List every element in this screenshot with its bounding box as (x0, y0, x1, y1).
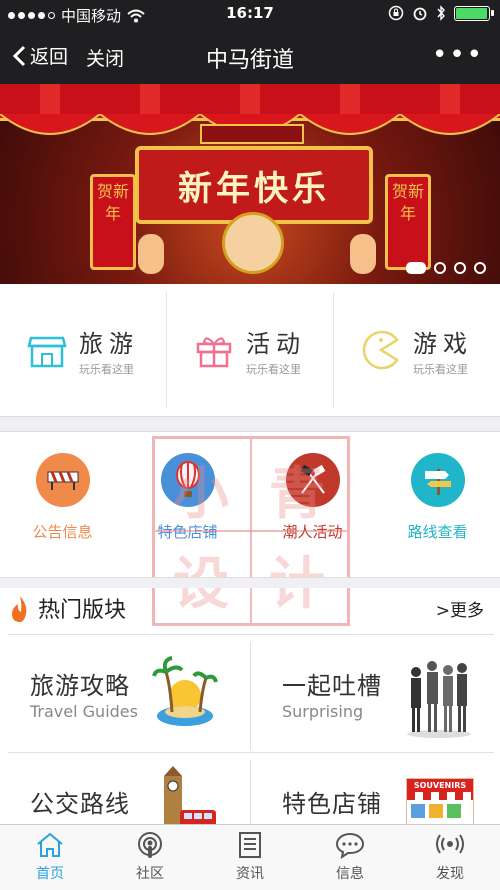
lantern-right-text: 贺新年 (391, 182, 424, 223)
quick-link-events-label: 潮人活动 (282, 523, 343, 541)
home-icon (37, 832, 63, 857)
lantern-left: 贺新年 (90, 174, 136, 270)
tab-bar: 首页 社区 资讯 信息 发现 (0, 824, 500, 890)
tab-community-label: 社区 (136, 866, 164, 882)
lantern-left-text: 贺新年 (96, 182, 129, 223)
quick-link-shops-label: 特色店铺 (157, 523, 218, 541)
tab-discover[interactable]: 发现 (400, 825, 500, 890)
card-divider (8, 752, 494, 753)
status-right (388, 5, 494, 21)
alarm-icon (413, 7, 427, 21)
nav-bar: 返回 关闭 中马街道 ••• (0, 28, 500, 84)
tab-community[interactable]: 社区 (100, 825, 200, 890)
hot-divider (8, 634, 494, 635)
signpost-icon (410, 453, 465, 507)
tab-home[interactable]: 首页 (0, 825, 100, 890)
child-left-icon (138, 234, 164, 274)
card-bus-routes[interactable]: 公交路线 (0, 758, 240, 824)
hot-section-header: 热门版块 >更多 (0, 588, 500, 632)
bus-icon (164, 766, 216, 824)
document-icon (239, 832, 261, 858)
back-label: 返回 (30, 46, 69, 68)
island-icon (152, 656, 218, 726)
category-travel-sub: 玩乐看这里 (79, 362, 134, 376)
battery-icon (454, 5, 494, 21)
category-travel-name: 旅游 (79, 329, 139, 358)
section-divider (0, 416, 500, 432)
quick-link-routes-label: 路线查看 (407, 523, 468, 541)
people-icon (407, 661, 471, 738)
quick-link-routes[interactable]: 路线查看 (375, 431, 500, 577)
close-button[interactable]: 关闭 (86, 44, 124, 71)
podcast-icon (138, 832, 162, 858)
pager-dot-3[interactable] (454, 262, 466, 274)
chevron-left-icon (12, 45, 26, 66)
card-complaints-name: 一起吐槽 (282, 672, 382, 700)
tab-news-label: 资讯 (236, 866, 264, 882)
tab-home-label: 首页 (36, 866, 64, 882)
quick-link-shops[interactable]: 特色店铺 (125, 431, 250, 577)
pager-dot-2[interactable] (434, 262, 446, 274)
card-featured-shops-name: 特色店铺 (282, 790, 382, 818)
category-game[interactable]: 游戏 玩乐看这里 (334, 292, 500, 408)
shop-icon (27, 336, 67, 368)
card-bus-routes-name: 公交路线 (30, 790, 130, 818)
more-button[interactable]: ••• (432, 40, 484, 70)
card-travel-guides-name: 旅游攻略 (30, 672, 130, 700)
tab-discover-label: 发现 (436, 866, 464, 882)
category-travel[interactable]: 旅游 玩乐看这里 (0, 292, 167, 408)
category-game-name: 游戏 (413, 329, 473, 358)
tab-news[interactable]: 资讯 (200, 825, 300, 890)
pager-dot-1[interactable] (406, 262, 426, 274)
category-activity-name: 活动 (246, 329, 306, 358)
section-divider-2 (0, 577, 500, 588)
broadcast-icon (436, 834, 464, 854)
child-right-icon (350, 234, 376, 274)
banner-carousel[interactable]: 贺新年 贺新年 新年快乐 (0, 84, 500, 284)
quick-links: 公告信息 特色店铺 潮人活动 路线查看 (0, 431, 500, 577)
card-travel-guides[interactable]: 旅游攻略 Travel Guides (0, 640, 240, 750)
flame-icon (12, 596, 27, 622)
status-bar: 中国移动 16:17 (0, 0, 500, 28)
souvenir-badge: SOUVENIRS (407, 779, 473, 792)
gift-icon (196, 337, 232, 368)
card-complaints-en: Surprising (282, 702, 364, 721)
banner-headline: 新年快乐 (178, 168, 330, 209)
tab-messages-label: 信息 (336, 866, 364, 882)
chat-icon (335, 832, 365, 859)
category-game-sub: 玩乐看这里 (413, 362, 468, 376)
page-title: 中马街道 (205, 48, 294, 73)
category-row: 旅游 玩乐看这里 活动 玩乐看这里 游戏 玩乐看这里 (0, 284, 500, 416)
category-activity-sub: 玩乐看这里 (246, 362, 301, 376)
souvenir-shop-icon: SOUVENIRS (406, 778, 474, 824)
barrier-icon (35, 453, 90, 507)
card-separator-2 (250, 760, 251, 824)
tab-messages[interactable]: 信息 (300, 825, 400, 890)
bluetooth-icon (437, 5, 445, 21)
card-featured-shops[interactable]: 特色店铺 SOUVENIRS (252, 758, 492, 824)
hot-section-title: 热门版块 (38, 598, 127, 623)
fortune-god-icon (222, 212, 284, 274)
card-travel-guides-en: Travel Guides (30, 702, 138, 721)
quick-link-notice-label: 公告信息 (32, 523, 93, 541)
lantern-right: 贺新年 (385, 174, 431, 270)
banner-plaque (200, 124, 304, 144)
quick-link-events[interactable]: 潮人活动 (250, 431, 375, 577)
pacman-icon (362, 330, 399, 370)
banner-pager (406, 262, 486, 274)
card-separator-1 (250, 642, 251, 750)
category-activity[interactable]: 活动 玩乐看这里 (167, 292, 334, 408)
flags-icon (285, 453, 340, 507)
back-button[interactable]: 返回 (12, 42, 68, 69)
pager-dot-4[interactable] (474, 262, 486, 274)
card-complaints[interactable]: 一起吐槽 Surprising (252, 640, 492, 750)
balloon-icon (160, 453, 215, 507)
more-link[interactable]: >更多 (436, 596, 484, 621)
quick-link-notice[interactable]: 公告信息 (0, 431, 125, 577)
rotation-lock-icon (388, 5, 404, 21)
